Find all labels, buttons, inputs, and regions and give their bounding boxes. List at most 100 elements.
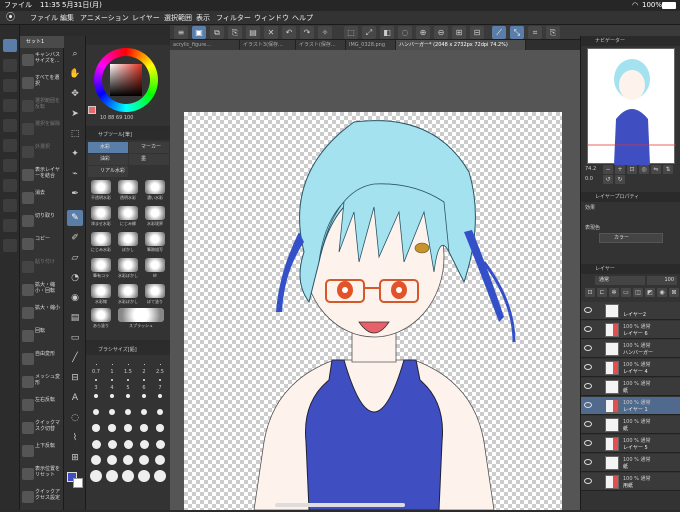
snap-icon[interactable]: ⟋	[492, 26, 506, 39]
tab-document[interactable]: イラスト3(保存...	[240, 40, 296, 50]
brush-size-dot[interactable]	[141, 393, 147, 399]
frame-tool-icon[interactable]: ⊟	[67, 370, 83, 386]
brush-size-dot[interactable]	[156, 424, 164, 432]
special-ruler-icon[interactable]: ⌗	[528, 26, 542, 39]
saturation-value-square[interactable]	[110, 64, 142, 96]
blend-tool-icon[interactable]: ◔	[67, 270, 83, 286]
figure-tool-icon[interactable]: ▭	[67, 330, 83, 346]
action-select-all[interactable]: すべてを選択	[20, 73, 64, 95]
panel-toggle-icon[interactable]	[3, 139, 17, 152]
brush-size-dot[interactable]	[106, 454, 118, 466]
panel-toggle-icon[interactable]	[3, 199, 17, 212]
tab-document[interactable]: イラスト(保存...	[296, 40, 346, 50]
action-reset-view[interactable]: 表示位置をリセット	[20, 464, 64, 486]
layer-row[interactable]: 100 % 通常 レイヤー 1	[581, 397, 680, 415]
brush-size-dot[interactable]	[92, 424, 100, 432]
brush-preset[interactable]: 筆跡描写	[142, 232, 168, 256]
brush-preset[interactable]: 透明水彩	[115, 180, 141, 204]
brush-size-dot[interactable]	[159, 363, 161, 365]
panel-toggle-icon[interactable]	[3, 239, 17, 252]
action-flip-vertical[interactable]: 上下反転	[20, 441, 64, 463]
actual-size-icon[interactable]: ◎	[639, 165, 649, 174]
brush-preset[interactable]: スプラッシュ	[115, 308, 167, 332]
panel-toggle-icon[interactable]	[3, 79, 17, 92]
lasso-icon[interactable]: ◌	[398, 26, 412, 39]
brush-size-dot[interactable]	[126, 378, 130, 382]
brush-size-dot[interactable]	[123, 439, 133, 449]
visibility-eye-icon[interactable]	[584, 459, 592, 465]
action-paste[interactable]: 貼り付け	[20, 257, 64, 279]
brush-size-dot[interactable]	[109, 393, 115, 399]
brush-size-dot[interactable]	[141, 409, 147, 415]
eyedropper-icon[interactable]: ⌁	[67, 166, 83, 182]
layer-row[interactable]: 100 % 通常 レイヤー 4	[581, 359, 680, 377]
reference-icon[interactable]: ✻	[609, 288, 619, 297]
panel-toggle-icon[interactable]	[3, 99, 17, 112]
brush-preset[interactable]: 水彩境界	[142, 206, 168, 230]
tab-active-document[interactable]: ハンバーガー* (2048 x 2732px 72dpi 74.2%)	[396, 40, 526, 50]
brush-preset[interactable]: 水彩ぼかし	[115, 258, 141, 282]
visibility-eye-icon[interactable]	[584, 402, 592, 408]
zoom-out-icon[interactable]: −	[603, 165, 613, 174]
layer-row[interactable]: 100 % 通常紙	[581, 378, 680, 396]
brush-size-dot[interactable]	[127, 363, 129, 365]
action-deselect[interactable]: 選択を解除	[20, 119, 64, 141]
clear-icon[interactable]: ✧	[318, 26, 332, 39]
brush-size-dot[interactable]	[125, 409, 131, 415]
brush-size-dot[interactable]	[93, 393, 99, 399]
menu-layer[interactable]: レイヤー	[132, 11, 160, 25]
brush-size-dot[interactable]	[122, 454, 134, 466]
menu-filter[interactable]: フィルター	[216, 11, 251, 25]
visibility-eye-icon[interactable]	[584, 421, 592, 427]
menu-file[interactable]: ファイル	[30, 11, 58, 25]
brush-size-dot[interactable]	[140, 424, 148, 432]
layer-row[interactable]: 100 % 通常 レイヤー 5	[581, 435, 680, 453]
menu-edit[interactable]: 編集	[60, 11, 74, 25]
selection-tool-icon[interactable]: ⬚	[67, 126, 83, 142]
brush-size-dot[interactable]	[111, 363, 113, 365]
text-tool-icon[interactable]: A	[67, 390, 83, 406]
brush-preset[interactable]: あら塗り	[88, 308, 114, 332]
brush-size-dot[interactable]	[94, 378, 98, 382]
subtool-tab-watercolor[interactable]: 水彩	[88, 142, 128, 153]
correct-line-icon[interactable]: ⌇	[67, 430, 83, 446]
layer-row[interactable]: 100 % 通常紙	[581, 416, 680, 434]
visibility-eye-icon[interactable]	[584, 440, 592, 446]
flip-vertical-icon[interactable]: ⇅	[663, 165, 673, 174]
brush-preset[interactable]: 不透明水彩	[88, 180, 114, 204]
brush-preset[interactable]: ぼかし	[115, 232, 141, 256]
pointer-tool-icon[interactable]: ➤	[67, 106, 83, 122]
layer-row[interactable]: 100 % 通常 用紙	[581, 473, 680, 491]
undo-icon[interactable]: ↶	[282, 26, 296, 39]
copy-icon[interactable]: ⧉	[210, 26, 224, 39]
brush-size-dot[interactable]	[124, 424, 132, 432]
brush-tool-icon[interactable]: ✎	[67, 210, 83, 226]
visibility-eye-icon[interactable]	[584, 364, 592, 370]
brush-size-dot[interactable]	[110, 378, 114, 382]
brush-size-dot[interactable]	[157, 393, 163, 399]
brush-preset[interactable]: 水彩線	[88, 284, 114, 308]
brush-size-dot[interactable]	[106, 470, 118, 482]
brush-size-dot[interactable]	[122, 470, 134, 482]
auto-action-icon[interactable]	[3, 39, 17, 52]
brush-size-dot[interactable]	[138, 454, 150, 466]
navigator-preview[interactable]	[587, 48, 676, 165]
panel-toggle-icon[interactable]	[3, 59, 17, 72]
gradient-icon[interactable]: ▤	[67, 310, 83, 326]
brush-size-dot[interactable]	[158, 378, 162, 382]
brush-size-dot[interactable]	[107, 439, 117, 449]
action-merge-visible[interactable]: 表示レイヤーを結合	[20, 165, 64, 187]
menu-selection[interactable]: 選択範囲	[164, 11, 192, 25]
magic-wand-icon[interactable]: ✦	[67, 146, 83, 162]
action-cut[interactable]: 切り取り	[20, 211, 64, 233]
action-flip-horizontal[interactable]: 左右反転	[20, 395, 64, 417]
fit-icon[interactable]: ⊡	[627, 165, 637, 174]
layer-row[interactable]: 100 % 通常 ハンバーガー	[581, 340, 680, 358]
brush-size-dot[interactable]	[154, 454, 166, 466]
brush-preset[interactable]: 筆有コラ	[88, 258, 114, 282]
save-icon[interactable]: ▤	[246, 26, 260, 39]
lock-icon[interactable]: ⊡	[585, 288, 595, 297]
brush-size-dot[interactable]	[125, 393, 131, 399]
trash-icon[interactable]: ✕	[264, 26, 278, 39]
action-scale-rotate[interactable]: 拡大・縮小・回転	[20, 280, 64, 302]
